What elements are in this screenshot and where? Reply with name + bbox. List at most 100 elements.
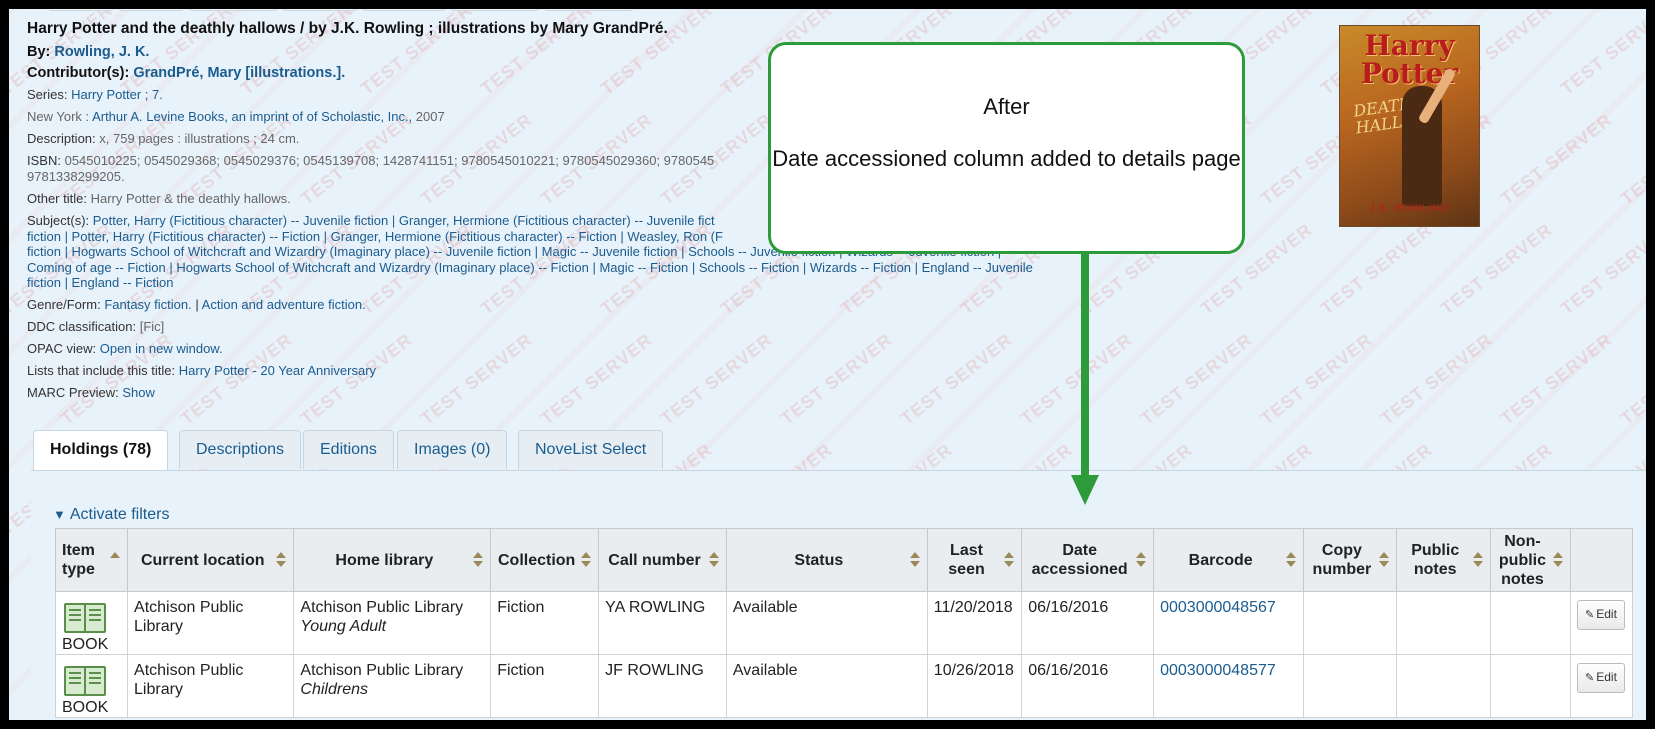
edit-button[interactable]: ✎ Edit	[1577, 663, 1625, 693]
cell-actions: ✎ Edit	[1570, 654, 1633, 718]
edit-button[interactable]: ✎ Edit	[1577, 600, 1625, 630]
record-title: Harry Potter and the deathly hallows / b…	[27, 20, 668, 37]
description-label: Description:	[27, 131, 96, 146]
table-row: BOOK Atchison Public Library Atchison Pu…	[54, 591, 1633, 655]
col-date-accessioned[interactable]: Date accessioned	[1021, 528, 1155, 592]
cover-author: J.K. ROWLING	[1369, 203, 1450, 214]
lists-link[interactable]: Harry Potter - 20 Year Anniversary	[179, 363, 376, 378]
sort-icon	[909, 552, 920, 568]
sort-icon	[473, 552, 484, 568]
pencil-icon: ✎	[1585, 672, 1595, 684]
genre-line: Genre/Form: Fantasy fiction. | Action an…	[27, 297, 1117, 313]
watermark-text: TEST SERVER	[1496, 109, 1617, 209]
book-icon	[64, 603, 106, 633]
sort-icon	[1004, 552, 1015, 568]
author-label: By:	[27, 44, 51, 60]
col-home-library[interactable]: Home library	[293, 528, 492, 592]
col-last-seen[interactable]: Last seen	[926, 528, 1023, 592]
toolbar-stub[interactable]	[189, 9, 277, 11]
holdings-table: Item type Current location Home library …	[54, 528, 1633, 718]
sort-icon	[276, 552, 287, 568]
watermark-text: TEST SERVER	[1136, 329, 1257, 429]
subjects-line[interactable]: fiction | Potter, Harry (Fictitious char…	[27, 229, 723, 244]
publisher-link[interactable]: Arthur A. Levine Books, an imprint of of…	[92, 109, 412, 124]
col-copy-number[interactable]: Copy number	[1303, 528, 1397, 592]
tab-images[interactable]: Images (0)	[397, 430, 508, 469]
col-barcode[interactable]: Barcode	[1153, 528, 1305, 592]
home-library-name: Atchison Public Library	[300, 599, 464, 616]
col-current-location-label: Current location	[140, 551, 265, 569]
cell-last-seen: 10/26/2018	[926, 654, 1023, 718]
cell-home-library: Atchison Public Library Young Adult	[293, 591, 492, 655]
cover-image[interactable]: Harry Potter DEATHLY HALLOWS J.K. ROWLIN…	[1339, 25, 1480, 227]
col-item-type[interactable]: Item type	[54, 528, 129, 592]
table-header-row: Item type Current location Home library …	[54, 528, 1633, 592]
toolbar-stub[interactable]	[363, 9, 445, 11]
watermark-text: TEST SERVER	[1496, 329, 1617, 429]
col-public-notes[interactable]: Public notes	[1395, 528, 1491, 592]
genre-separator: |	[195, 296, 199, 312]
publication-year: 2007	[415, 109, 445, 124]
col-current-location[interactable]: Current location	[127, 528, 295, 592]
cell-current-location: Atchison Public Library	[127, 654, 295, 718]
lists-line: Lists that include this title: Harry Pot…	[27, 363, 1117, 379]
tab-novelist[interactable]: NoveList Select	[518, 430, 664, 469]
barcode-link[interactable]: 0003000048577	[1160, 662, 1276, 679]
genre-link[interactable]: Action and adventure fiction.	[202, 297, 366, 312]
lists-label: Lists that include this title:	[27, 362, 176, 378]
ddc-label: DDC classification:	[27, 318, 137, 334]
activate-filters-link[interactable]: ▼ Activate filters	[53, 506, 169, 524]
toolbar-stub[interactable]	[283, 9, 357, 11]
tab-descriptions[interactable]: Descriptions	[179, 430, 302, 469]
toolbar-stub[interactable]	[119, 9, 183, 11]
watermark-text: TEST SERVER	[1436, 219, 1557, 319]
author-link[interactable]: Rowling, J. K.	[54, 44, 149, 60]
sort-icon	[1286, 552, 1297, 568]
opac-label: OPAC view:	[27, 340, 97, 356]
cell-barcode: 0003000048577	[1153, 654, 1305, 718]
activate-filters-label: Activate filters	[69, 506, 170, 523]
toolbar-stub[interactable]	[451, 9, 539, 11]
col-call-number[interactable]: Call number	[598, 528, 727, 592]
contributor-link[interactable]: GrandPré, Mary [illustrations.].	[133, 65, 345, 81]
col-last-seen-label: Last seen	[948, 542, 985, 578]
subjects-label: Subject(s):	[27, 213, 90, 228]
col-home-library-label: Home library	[335, 551, 434, 569]
cell-home-library: Atchison Public Library Childrens	[293, 654, 492, 718]
subjects-line[interactable]: Potter, Harry (Fictitious character) -- …	[93, 213, 715, 228]
item-type-label: BOOK	[62, 636, 109, 653]
toolbar-stub[interactable]	[49, 9, 113, 11]
watermark-text: TEST SERVER	[1376, 329, 1497, 429]
other-title-label: Other title:	[27, 191, 87, 206]
isbn-label: ISBN:	[27, 153, 61, 168]
toolbar-stub[interactable]	[545, 9, 633, 11]
cell-nonpublic-notes	[1489, 654, 1572, 718]
marc-show-link[interactable]: Show	[122, 385, 155, 400]
sort-icon	[1472, 552, 1483, 568]
annotation-arrow-shaft	[1081, 254, 1089, 480]
col-status[interactable]: Status	[725, 528, 928, 592]
sort-asc-icon	[110, 552, 121, 568]
sort-icon	[1378, 552, 1389, 568]
subjects-line[interactable]: Coming of age -- Fiction | Hogwarts Scho…	[27, 260, 1033, 275]
sort-icon	[581, 552, 592, 568]
col-barcode-label: Barcode	[1188, 551, 1253, 569]
book-icon	[64, 666, 106, 696]
cell-current-location: Atchison Public Library	[127, 591, 295, 655]
annotation-callout: After Date accessioned column added to d…	[768, 42, 1245, 254]
ddc-line: DDC classification: [Fic]	[27, 319, 1117, 335]
genre-link[interactable]: Fantasy fiction.	[104, 297, 191, 312]
opac-link[interactable]: Open in new window.	[100, 341, 223, 356]
home-library-name: Atchison Public Library	[300, 662, 464, 679]
edit-button-label: Edit	[1596, 607, 1617, 621]
screenshot-frame: TEST SERVER TEST SERVER TEST SERVER TEST SE…	[9, 9, 1646, 720]
series-link[interactable]: Harry Potter ; 7.	[71, 87, 163, 102]
tab-editions[interactable]: Editions	[303, 430, 394, 469]
col-collection[interactable]: Collection	[490, 528, 600, 592]
subjects-line[interactable]: fiction | England -- Fiction	[27, 275, 173, 290]
barcode-link[interactable]: 0003000048567	[1160, 599, 1276, 616]
cell-date-accessioned: 06/16/2016	[1021, 654, 1155, 718]
col-nonpublic-notes[interactable]: Non-public notes	[1489, 528, 1572, 592]
col-public-notes-label: Public notes	[1411, 542, 1460, 578]
tab-holdings[interactable]: Holdings (78)	[33, 430, 169, 471]
